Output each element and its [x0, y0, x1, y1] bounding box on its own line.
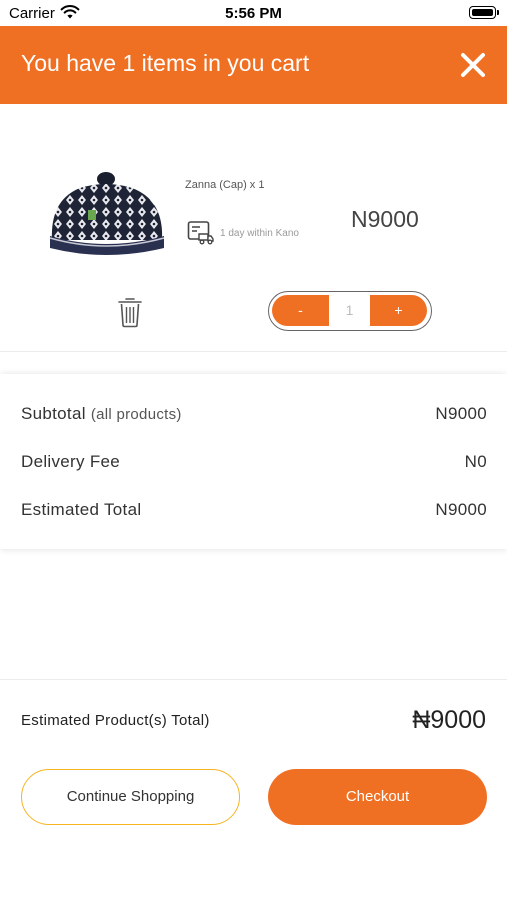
estimated-total-label: Estimated Total: [21, 500, 142, 519]
quantity-value: 1: [345, 302, 354, 318]
delivery-fee-value: N0: [464, 452, 487, 471]
delivery-truck-icon: [187, 220, 215, 251]
footer-divider: [0, 679, 507, 680]
cart-title: You have 1 items in you cart: [21, 50, 310, 76]
continue-shopping-button[interactable]: Continue Shopping: [21, 769, 240, 825]
product-price: N9000: [351, 206, 419, 232]
trash-icon[interactable]: [117, 296, 143, 333]
order-summary: Subtotal (all products) N9000 Delivery F…: [0, 374, 507, 549]
clock: 5:56 PM: [225, 5, 282, 22]
close-icon[interactable]: [454, 46, 492, 84]
increase-quantity-button[interactable]: +: [370, 295, 427, 326]
subtotal-sublabel: (all products): [90, 406, 182, 423]
quantity-stepper: - 1 +: [268, 291, 432, 331]
estimated-total-row: Estimated Total N9000: [21, 500, 487, 524]
delivery-fee-row: Delivery Fee N0: [21, 452, 487, 476]
subtotal-row: Subtotal (all products) N9000: [21, 404, 487, 428]
subtotal-label: Subtotal: [21, 404, 86, 423]
product-name: Zanna (Cap) x 1: [185, 179, 265, 191]
checkout-button[interactable]: Checkout: [268, 769, 487, 825]
estimated-total-value: N9000: [435, 500, 487, 519]
subtotal-value: N9000: [435, 404, 487, 423]
battery-icon: [469, 6, 499, 19]
product-total-label: Estimated Product(s) Total): [21, 712, 210, 729]
decrease-quantity-button[interactable]: -: [272, 295, 329, 326]
product-total-value: ₦9000: [412, 706, 486, 734]
delivery-estimate: 1 day within Kano: [220, 228, 299, 239]
product-image: [40, 170, 172, 256]
cart-header: You have 1 items in you cart: [0, 26, 507, 104]
delivery-fee-label: Delivery Fee: [21, 452, 121, 471]
cart-item: Zanna (Cap) x 1 1 day within Kano N9000 …: [0, 104, 507, 352]
status-bar: Carrier 5:56 PM: [0, 0, 507, 26]
